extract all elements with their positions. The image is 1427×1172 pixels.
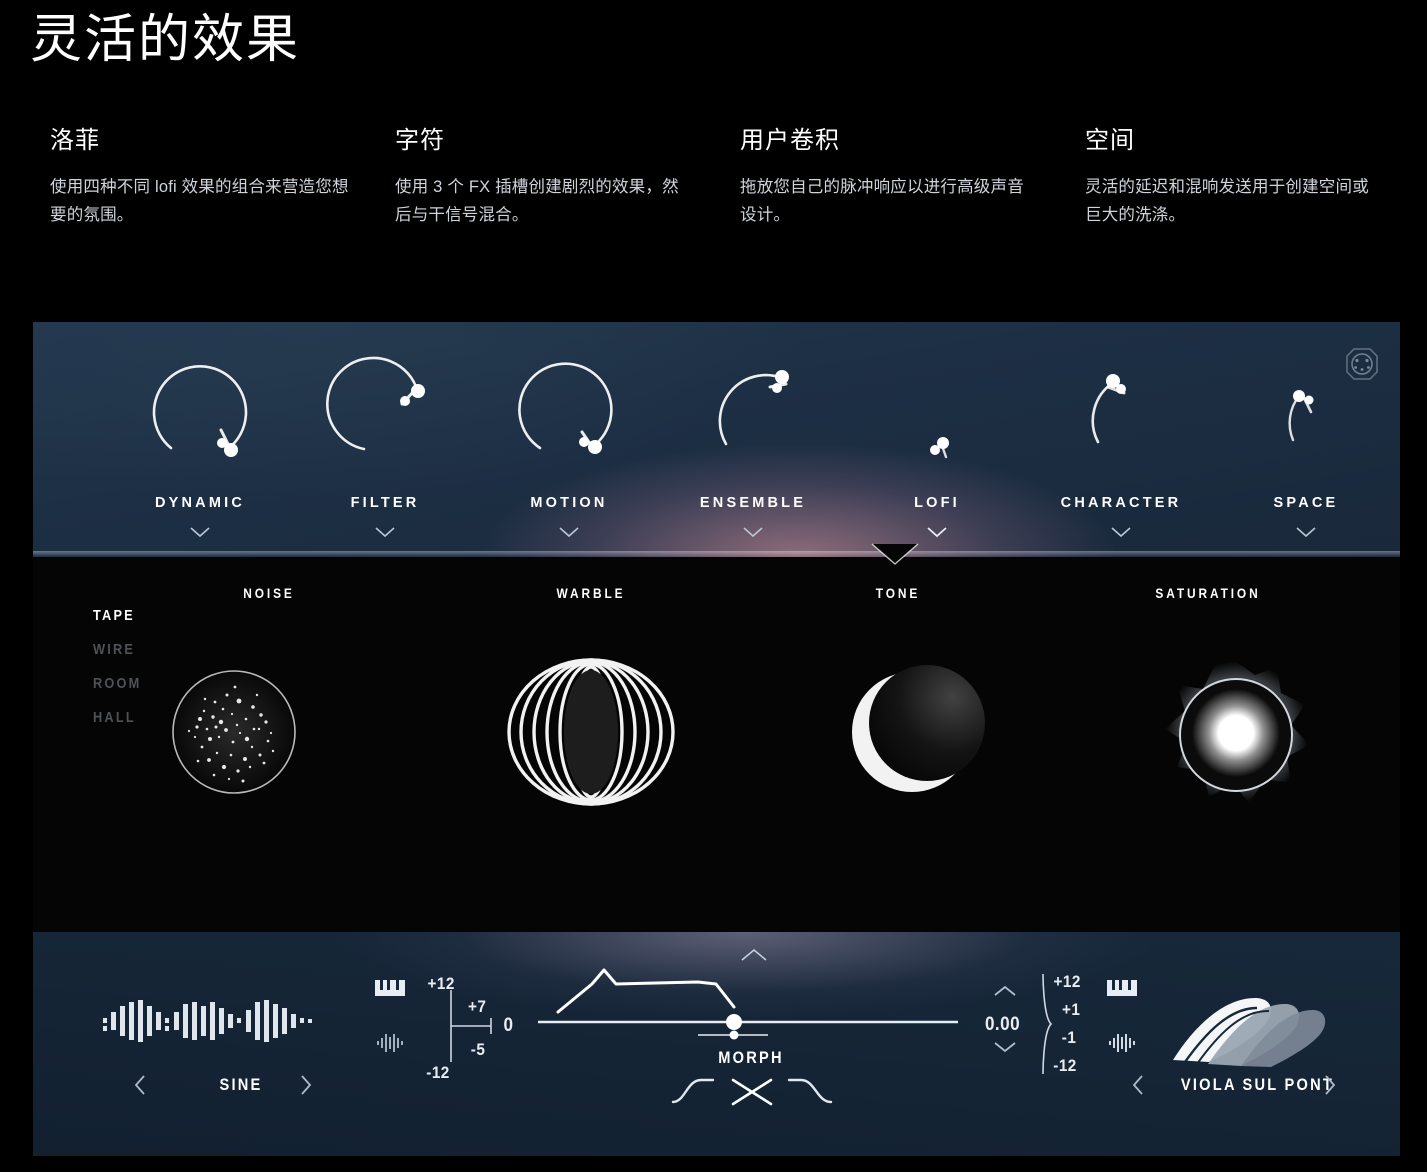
morph-caret-icon: [740, 948, 768, 962]
feature-column-user-convolution: 用户卷积 拖放您自己的脉冲响应以进行高级声音设计。: [740, 120, 1040, 230]
chevron-down-icon[interactable]: [125, 526, 275, 538]
feature-column-space: 空间 灵活的延迟和混响发送用于创建空间或巨大的洗涤。: [1085, 120, 1385, 230]
fx-item-lofi[interactable]: LOFI: [862, 322, 1012, 557]
fx-item-character[interactable]: CHARACTER: [1046, 322, 1196, 557]
preset-waveform-visual[interactable]: [1163, 978, 1343, 1068]
mode-item-wire[interactable]: WIRE: [93, 641, 142, 658]
fx-label: ENSEMBLE: [699, 495, 807, 511]
feature-grid: 洛菲 使用四种不同 lofi 效果的组合来营造您想要的氛围。 字符 使用 3 个…: [50, 120, 1390, 230]
chevron-down-icon[interactable]: [678, 526, 828, 538]
knob-motion[interactable]: [494, 344, 644, 494]
page-title: 灵活的效果: [30, 11, 301, 69]
feature-column-character: 字符 使用 3 个 FX 插槽创建剧烈的效果，然后与干信号混合。: [395, 120, 695, 230]
osc-increment-button[interactable]: [993, 984, 1017, 998]
feature-title: 字符: [395, 127, 445, 154]
osc-keyboard-icon[interactable]: [1107, 980, 1137, 998]
fx-label: DYNAMIC: [154, 495, 246, 511]
crescent-moon-sphere[interactable]: [845, 665, 985, 800]
feature-title: 洛菲: [50, 127, 100, 154]
bottom-control-bar: SINE +12 +7 -5 -12 0 MORPH 0.00 +12 +1 -…: [33, 932, 1400, 1156]
chevron-down-icon[interactable]: [1046, 526, 1196, 538]
morph-slider[interactable]: [538, 1010, 958, 1044]
fx-item-motion[interactable]: MOTION: [494, 322, 644, 557]
noise-mode-list: TAPE WIRE ROOM HALL: [93, 607, 150, 743]
osc-decrement-button[interactable]: [993, 1040, 1017, 1054]
feature-body: 使用四种不同 lofi 效果的组合来营造您想要的氛围。: [50, 178, 349, 225]
knob-lofi[interactable]: [862, 344, 1012, 494]
noise-speckle-circle[interactable]: [169, 667, 299, 797]
feature-title: 空间: [1085, 127, 1135, 154]
feature-title: 用户卷积: [740, 127, 840, 154]
module-label-warble: WARBLE: [556, 585, 626, 601]
mode-item-hall[interactable]: HALL: [93, 709, 142, 726]
lfo-prev-button[interactable]: [133, 1074, 147, 1096]
knob-filter[interactable]: [310, 344, 460, 494]
lfo-keyboard-icon[interactable]: [375, 980, 405, 998]
feature-body: 使用 3 个 FX 插槽创建剧烈的效果，然后与干信号混合。: [395, 178, 679, 225]
preset-prev-button[interactable]: [1131, 1074, 1145, 1096]
fx-label: CHARACTER: [1060, 495, 1182, 511]
lfo-waveform-display[interactable]: [103, 990, 313, 1050]
osc-range-top: +12: [1053, 972, 1081, 991]
module-label-tone: TONE: [875, 585, 921, 601]
fx-item-dynamic[interactable]: DYNAMIC: [125, 322, 275, 557]
lfo-waveform-name[interactable]: SINE: [189, 1075, 292, 1095]
chevron-down-icon[interactable]: [310, 526, 460, 538]
chevron-down-icon[interactable]: [494, 526, 644, 538]
knob-character[interactable]: [1046, 344, 1196, 494]
knob-dynamic[interactable]: [125, 344, 275, 494]
preset-name[interactable]: VIOLA SUL PONT: [1181, 1075, 1332, 1095]
lofi-editor-panel: TAPE WIRE ROOM HALL NOISE WARBLE TONE SA…: [33, 543, 1400, 932]
chevron-down-icon[interactable]: [862, 526, 1012, 538]
feature-column-lofi: 洛菲 使用四种不同 lofi 效果的组合来营造您想要的氛围。: [50, 120, 350, 230]
plugin-window: DYNAMIC FILTER MOTION ENSEMBLE LOFI CHAR…: [33, 322, 1400, 1156]
module-label-saturation: SATURATION: [1155, 585, 1261, 601]
fx-label: FILTER: [350, 495, 420, 511]
morph-label: MORPH: [718, 1048, 784, 1067]
osc-range-lower: -1: [1061, 1028, 1077, 1047]
lfo-range-bracket[interactable]: [445, 990, 495, 1062]
fx-strip: DYNAMIC FILTER MOTION ENSEMBLE LOFI CHAR…: [33, 322, 1400, 557]
mode-item-room[interactable]: ROOM: [93, 675, 142, 692]
fx-item-filter[interactable]: FILTER: [310, 322, 460, 557]
feature-body: 拖放您自己的脉冲响应以进行高级声音设计。: [740, 178, 1024, 225]
osc-range-bottom: -12: [1053, 1056, 1077, 1075]
lfo-range-bottom: -12: [426, 1063, 450, 1082]
feature-body: 灵活的延迟和混响发送用于创建空间或巨大的洗涤。: [1085, 178, 1369, 225]
fx-item-ensemble[interactable]: ENSEMBLE: [678, 322, 828, 557]
module-label-noise: NOISE: [243, 585, 295, 601]
fx-item-space[interactable]: SPACE: [1231, 322, 1381, 557]
fx-label: MOTION: [530, 495, 608, 511]
mode-item-tape[interactable]: TAPE: [93, 607, 142, 624]
osc-value[interactable]: 0.00: [985, 1014, 1020, 1036]
lfo-next-button[interactable]: [299, 1074, 313, 1096]
lfo-wave-icon[interactable]: [377, 1032, 405, 1054]
concentric-lens-rings[interactable]: [494, 657, 689, 807]
lfo-amount-value[interactable]: 0: [504, 1015, 514, 1037]
fx-label: LOFI: [914, 495, 960, 511]
knob-space[interactable]: [1231, 344, 1381, 494]
osc-range-upper: +1: [1062, 1000, 1081, 1019]
fx-label: SPACE: [1273, 495, 1339, 511]
osc-wave-icon[interactable]: [1109, 1032, 1137, 1054]
morph-curve-icons[interactable]: [671, 1072, 835, 1112]
knob-ensemble[interactable]: [678, 344, 828, 494]
glowing-core-flare[interactable]: [1153, 653, 1318, 818]
preset-next-button[interactable]: [1323, 1074, 1337, 1096]
chevron-down-icon[interactable]: [1231, 526, 1381, 538]
